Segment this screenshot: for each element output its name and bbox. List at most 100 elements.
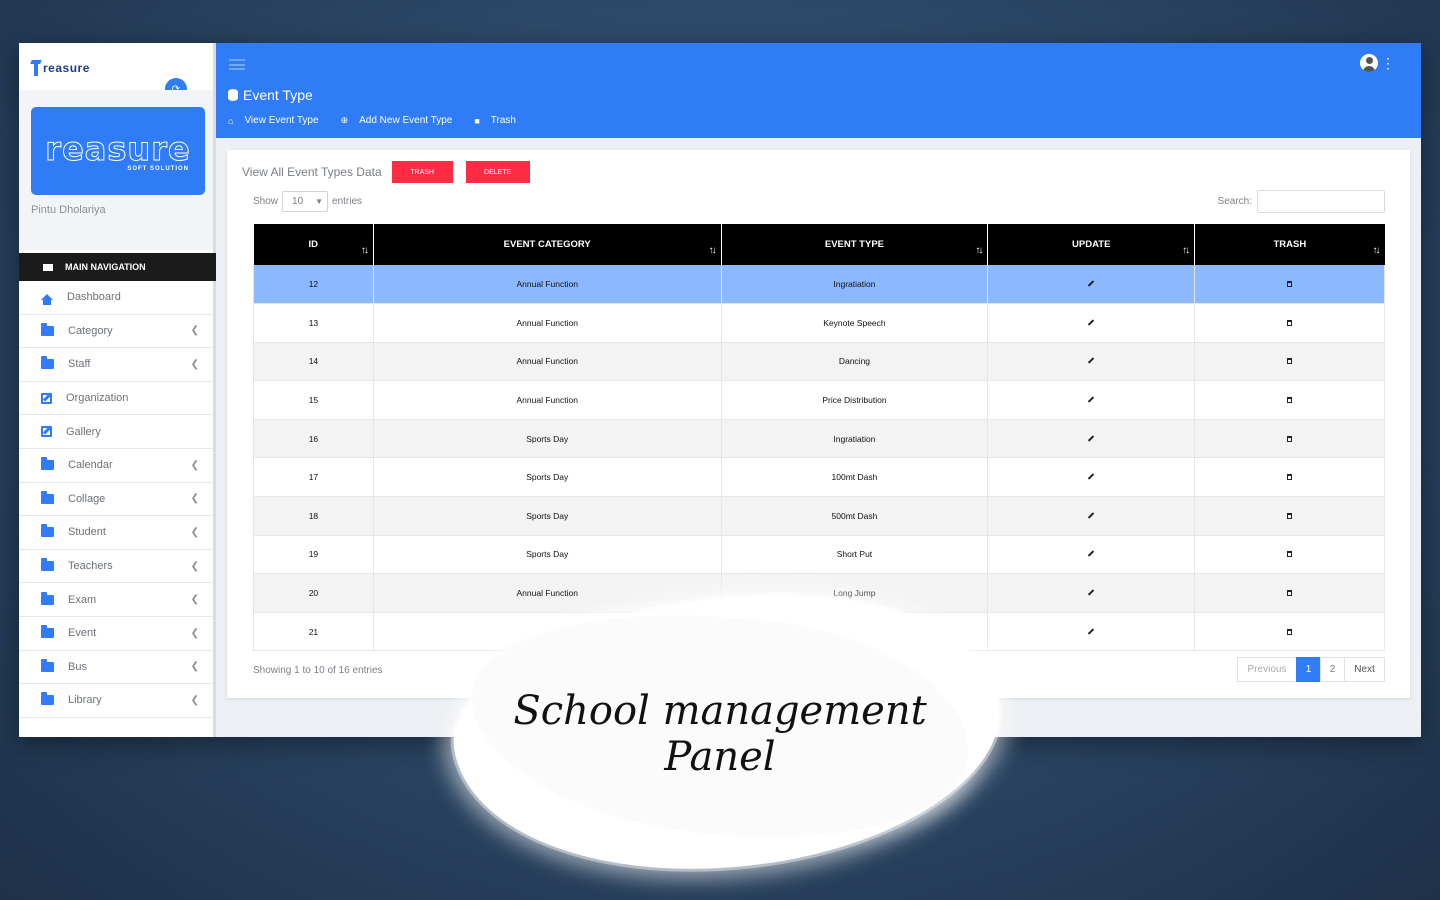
brand-logo-small[interactable]: reasure [31,55,90,81]
chevron-left-icon: ❮ [190,694,199,706]
truck-icon: ■ [474,115,480,126]
trash-icon[interactable] [1287,474,1293,481]
trash-icon[interactable] [1287,512,1293,519]
pagination-page-2[interactable]: 2 [1320,657,1345,682]
brand-tagline: SOFT SOLUTION [127,166,189,172]
trash-button[interactable]: TRASH [391,161,453,183]
sidebar-item-bus[interactable]: Bus ❮ [19,651,213,685]
page-size-value: 10 [292,196,304,207]
tab-view-event-type[interactable]: ⌂ View Event Type [228,115,319,126]
page-size-select[interactable]: 10 ▼ [282,191,329,212]
sidebar-item-student[interactable]: Student ❮ [19,516,213,550]
hamburger-menu-icon[interactable] [229,59,245,70]
cell-id: 13 [253,303,374,343]
pencil-icon[interactable] [1088,434,1095,442]
folder-icon [41,658,54,672]
tab-add-new-event-type[interactable]: ⊕ Add New Event Type [341,115,453,126]
chevron-left-icon: ❮ [190,594,199,606]
cell-event-category: Sports Day [373,419,722,459]
table-row[interactable]: 19 Sports Day Short Put [253,535,1385,575]
cell-trash [1194,496,1385,536]
trash-icon[interactable] [1287,628,1293,635]
sort-icon: ↑↓ [1372,245,1381,256]
sidebar-item-category[interactable]: Category ❮ [19,315,213,349]
sidebar-item-event[interactable]: Event ❮ [19,617,213,651]
cell-trash [1194,380,1385,420]
cell-event-type: Ingratiation [721,419,989,459]
pencil-icon[interactable] [1088,550,1095,558]
user-avatar-icon[interactable] [1360,54,1378,72]
column-header-event-type[interactable]: EVENT TYPE ↑↓ [721,224,989,265]
cell-update [987,573,1196,613]
pencil-icon[interactable] [1088,357,1095,365]
folder-icon [41,524,54,538]
column-header-trash[interactable]: TRASH ↑↓ [1194,224,1385,265]
pencil-icon[interactable] [1088,589,1095,596]
cell-update [987,457,1196,498]
table-row[interactable]: 15 Annual Function Price Distribution [253,380,1385,420]
folder-icon [41,558,54,572]
sort-icon: ↑↓ [708,245,717,256]
brand-name-small: reasure [43,61,90,75]
sidebar-item-calendar[interactable]: Calendar ❮ [19,449,213,483]
chevron-left-icon: ❮ [190,661,199,673]
table-row[interactable]: 18 Sports Day 500mt Dash [253,496,1385,536]
more-options-icon[interactable]: ⋮ [1381,56,1395,70]
sidebar-item-collage[interactable]: Collage ❮ [19,483,213,517]
pencil-icon[interactable] [1088,473,1095,480]
table-row[interactable]: 12 Annual Function Ingratiation [253,265,1385,305]
pagination-previous[interactable]: Previous [1237,657,1297,682]
cell-update [987,303,1196,343]
sidebar-item-label: Collage [68,492,106,505]
column-header-event-category[interactable]: EVENT CATEGORY ↑↓ [373,224,722,265]
sidebar-item-staff[interactable]: Staff ❮ [19,348,213,382]
pencil-icon[interactable] [1088,319,1095,326]
sidebar-item-label: Calendar [68,459,113,472]
cell-update [987,380,1196,420]
table-row[interactable]: 13 Annual Function Keynote Speech [253,303,1385,343]
column-header-id[interactable]: ID ↑↓ [253,224,374,265]
folder-icon [41,457,54,471]
cell-event-type: 500mt Dash [721,496,989,536]
folder-icon [41,490,54,504]
cell-id: 19 [253,535,374,575]
table-row[interactable]: 16 Sports Day Ingratiation [253,419,1385,459]
pagination-next[interactable]: Next [1344,657,1385,682]
page-title-text: Event Type [243,87,313,103]
sidebar-item-label: Dashboard [67,291,121,304]
trash-icon[interactable] [1287,397,1293,404]
pagination: Previous 1 2 Next [1237,657,1385,682]
sidebar-item-dashboard[interactable]: Dashboard [19,281,213,315]
table-row[interactable]: 17 Sports Day 100mt Dash [253,457,1385,498]
table-row[interactable]: 14 Annual Function Dancing [253,342,1385,382]
folder-icon [41,322,54,336]
chevron-left-icon: ❮ [190,358,199,370]
sidebar-item-label: Teachers [68,560,113,573]
trash-icon[interactable] [1287,551,1293,558]
delete-button[interactable]: DELETE [465,161,530,183]
sidebar-item-library[interactable]: Library ❮ [19,684,213,718]
search-input[interactable] [1257,190,1385,213]
trash-icon[interactable] [1287,358,1293,365]
trash-icon[interactable] [1287,281,1293,288]
page-size-control: Show 10 ▼ entries [253,191,362,212]
pencil-icon[interactable] [1088,280,1095,287]
pencil-icon[interactable] [1088,396,1095,403]
column-header-update[interactable]: UPDATE ↑↓ [987,224,1196,265]
pencil-icon[interactable] [1088,627,1095,635]
pagination-page-1[interactable]: 1 [1296,657,1321,682]
trash-icon[interactable] [1287,590,1293,597]
chevron-left-icon: ❮ [190,493,199,505]
trash-icon[interactable] [1287,319,1293,326]
sidebar-item-teachers[interactable]: Teachers ❮ [19,550,213,584]
sidebar-item-exam[interactable]: Exam ❮ [19,583,213,617]
sidebar-item-gallery[interactable]: Gallery [19,415,213,449]
tab-trash[interactable]: ■ Trash [474,115,516,126]
sidebar-item-organization[interactable]: Organization [19,382,213,416]
trash-icon[interactable] [1287,435,1293,442]
cell-id: 17 [253,457,374,498]
pencil-icon[interactable] [1088,512,1095,519]
cell-trash [1194,535,1385,575]
table-body: 12 Annual Function Ingratiation 13 Annual Fu… [253,265,1385,652]
cell-update [987,342,1196,382]
